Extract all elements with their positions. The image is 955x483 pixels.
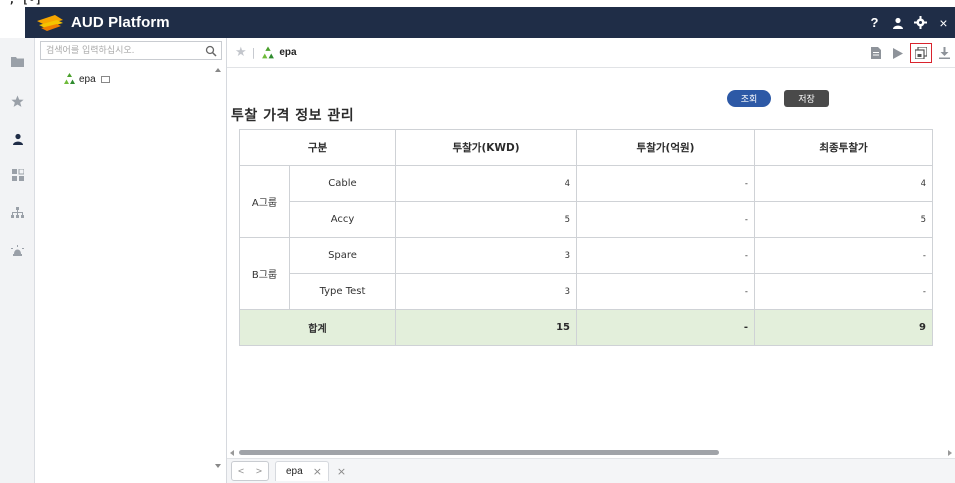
tab-next-button[interactable]: >: [256, 466, 262, 477]
breadcrumb-separator: |: [251, 46, 256, 59]
header-final-bid: 최종투찰가: [754, 129, 933, 166]
main-content: 투찰 가격 정보 관리 조회 저장 구분 투찰가(KWD) 투찰가(억원) 최종…: [228, 68, 955, 448]
tab-label: epa: [286, 466, 303, 477]
final-cell[interactable]: 5: [754, 201, 933, 238]
tab-nav-arrows: < >: [231, 461, 269, 481]
query-button[interactable]: 조회: [727, 90, 771, 107]
eok-cell[interactable]: -: [576, 273, 755, 310]
total-label: 합계: [239, 309, 396, 346]
horizontal-scrollbar[interactable]: [228, 448, 955, 458]
search-input[interactable]: [41, 42, 201, 59]
header-category: 구분: [239, 129, 396, 166]
table-header-row: 구분 투찰가(KWD) 투찰가(억원) 최종투찰가: [239, 129, 933, 166]
star-icon[interactable]: [0, 91, 35, 111]
final-cell[interactable]: -: [754, 273, 933, 310]
recycle-icon: [64, 73, 75, 84]
corner-glyph: *, [•]: [2, 0, 42, 6]
close-icon[interactable]: ×: [932, 7, 955, 38]
user-icon[interactable]: [886, 7, 909, 38]
header-bid-kwd: 투찰가(KWD): [395, 129, 577, 166]
table-row: Accy 5 - 5: [240, 201, 933, 238]
group-cell: A그룹: [239, 165, 290, 238]
scroll-left-arrow[interactable]: [230, 450, 234, 456]
total-final: 9: [754, 309, 933, 346]
eok-cell[interactable]: -: [576, 165, 755, 202]
scroll-thumb[interactable]: [239, 450, 719, 455]
tree-node-checkbox[interactable]: [100, 75, 110, 83]
table-row: A그룹 Cable 4 - 4: [239, 165, 933, 238]
save-as-icon[interactable]: [910, 43, 932, 63]
tree-node-epa[interactable]: epa: [63, 72, 110, 86]
breadcrumb-label: epa: [279, 47, 297, 58]
save-button[interactable]: 저장: [784, 90, 829, 107]
item-cell: Accy: [289, 201, 396, 238]
tree-scroll-up[interactable]: [215, 68, 221, 72]
help-icon[interactable]: ?: [863, 7, 886, 38]
kwd-cell[interactable]: 3: [395, 273, 577, 310]
eok-cell[interactable]: -: [576, 237, 755, 274]
item-cell: Type Test: [289, 273, 396, 310]
document-tab-bar: < > epa × ×: [227, 458, 955, 483]
kwd-cell[interactable]: 3: [395, 237, 577, 274]
run-icon[interactable]: [887, 38, 909, 68]
tab-close-icon[interactable]: ×: [313, 465, 322, 478]
app-header: AUD Platform ? ×: [25, 7, 955, 38]
group-cell: B그룹: [239, 237, 290, 310]
tree-node-label: epa: [79, 73, 96, 85]
user-icon[interactable]: [0, 129, 35, 149]
total-kwd: 15: [395, 309, 577, 346]
recycle-icon: [262, 46, 275, 58]
table-row: B그룹 Spare 3 - -: [239, 237, 933, 310]
tree-scroll-down[interactable]: [215, 464, 221, 468]
top-bar: *, [•] AUD Platform ? ×: [0, 0, 955, 38]
left-nav: [0, 38, 35, 483]
page-title: 투찰 가격 정보 관리: [231, 108, 355, 124]
app-title: AUD Platform: [71, 14, 170, 31]
tab-epa[interactable]: epa ×: [275, 461, 329, 481]
grid-icon[interactable]: [0, 165, 35, 185]
search-icon[interactable]: [205, 45, 217, 57]
alarm-icon[interactable]: [0, 241, 35, 261]
kwd-cell[interactable]: 4: [395, 165, 577, 202]
tree-search: [40, 41, 222, 60]
gear-icon[interactable]: [909, 7, 932, 38]
final-cell[interactable]: 4: [754, 165, 933, 202]
download-icon[interactable]: [933, 38, 955, 68]
table-row: Type Test 3 - -: [240, 273, 933, 310]
header-actions: ? ×: [863, 7, 955, 38]
tree-panel: epa: [35, 38, 227, 483]
content-toolbar: ★ | epa: [227, 38, 955, 68]
kwd-cell[interactable]: 5: [395, 201, 577, 238]
hierarchy-icon[interactable]: [0, 203, 35, 223]
eok-cell[interactable]: -: [576, 201, 755, 238]
scroll-right-arrow[interactable]: [948, 450, 952, 456]
item-cell: Spare: [289, 237, 396, 274]
total-row: 합계 15 - 9: [239, 309, 933, 346]
total-eok: -: [576, 309, 755, 346]
favorite-star-icon[interactable]: ★: [235, 45, 247, 60]
toolbar-actions: [865, 38, 955, 68]
document-icon[interactable]: [865, 38, 887, 68]
bid-price-table: 구분 투찰가(KWD) 투찰가(억원) 최종투찰가 A그룹 Cable 4 - …: [239, 129, 933, 346]
tab-prev-button[interactable]: <: [238, 466, 244, 477]
close-all-tabs-icon[interactable]: ×: [337, 465, 346, 478]
item-cell: Cable: [289, 165, 396, 202]
header-bid-eok: 투찰가(억원): [576, 129, 755, 166]
folder-icon[interactable]: [0, 51, 35, 71]
brand-logo-icon: [37, 14, 63, 31]
final-cell[interactable]: -: [754, 237, 933, 274]
